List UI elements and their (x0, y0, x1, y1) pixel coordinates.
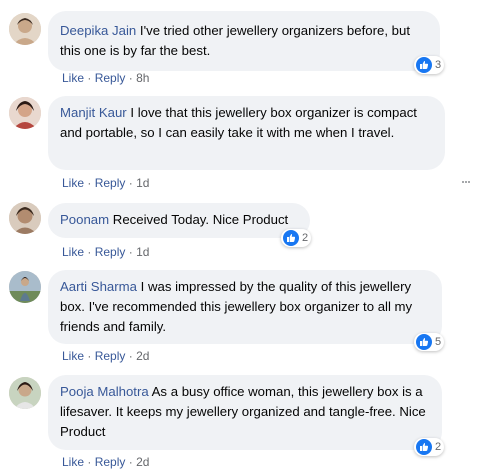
like-link[interactable]: Like (62, 455, 84, 469)
reaction-number: 2 (302, 232, 309, 244)
avatar-image (9, 97, 41, 129)
comment-author[interactable]: Aarti Sharma (60, 279, 137, 294)
comment-bubble: Poonam Received Today. Nice Product (48, 203, 310, 238)
avatar[interactable] (9, 271, 41, 303)
reaction-number: 3 (435, 59, 442, 71)
reaction-count[interactable]: 3 (414, 56, 445, 74)
more-options-icon[interactable] (462, 176, 470, 184)
like-link[interactable]: Like (62, 245, 84, 259)
comment-actions: Like · Reply · 2d (62, 455, 149, 469)
separator: · (87, 176, 92, 190)
thumbs-up-icon (283, 230, 299, 246)
reaction-count[interactable]: 5 (414, 333, 445, 351)
reply-link[interactable]: Reply (95, 245, 126, 259)
separator: · (128, 176, 133, 190)
comment-timestamp[interactable]: 1d (136, 176, 149, 190)
comment-bubble: Deepika Jain I've tried other jewellery … (48, 11, 440, 71)
comment-bubble: Pooja Malhotra As a busy office woman, t… (48, 375, 442, 450)
separator: · (128, 455, 133, 469)
separator: · (128, 245, 133, 259)
avatar[interactable] (9, 13, 41, 45)
reaction-count[interactable]: 2 (281, 229, 312, 247)
avatar[interactable] (9, 97, 41, 129)
reply-link[interactable]: Reply (95, 176, 126, 190)
comment-author[interactable]: Manjit Kaur (60, 105, 127, 120)
like-link[interactable]: Like (62, 349, 84, 363)
thumbs-up-icon (416, 439, 432, 455)
reply-link[interactable]: Reply (95, 349, 126, 363)
comment-actions: Like · Reply · 2d (62, 349, 149, 363)
avatar-image (9, 271, 41, 303)
separator: · (87, 349, 92, 363)
like-link[interactable]: Like (62, 176, 84, 190)
comment-actions: Like · Reply · 1d (62, 245, 149, 259)
reaction-number: 2 (435, 441, 442, 453)
comment-author[interactable]: Poonam (60, 212, 109, 227)
avatar[interactable] (9, 377, 41, 409)
avatar-image (9, 13, 41, 45)
comment-bubble: Manjit Kaur I love that this jewellery b… (48, 96, 445, 170)
comment-author[interactable]: Pooja Malhotra (60, 384, 149, 399)
separator: · (87, 71, 92, 85)
reply-link[interactable]: Reply (95, 455, 126, 469)
comment-actions: Like · Reply · 1d (62, 176, 149, 190)
thumbs-up-icon (416, 334, 432, 350)
thumbs-up-icon (416, 57, 432, 73)
comment-author[interactable]: Deepika Jain (60, 23, 136, 38)
comment-actions: Like · Reply · 8h (62, 71, 149, 85)
comment-text: Received Today. Nice Product (109, 212, 289, 227)
comment-timestamp[interactable]: 2d (136, 455, 149, 469)
comment-timestamp[interactable]: 2d (136, 349, 149, 363)
separator: · (87, 245, 92, 259)
reply-link[interactable]: Reply (95, 71, 126, 85)
avatar-image (9, 202, 41, 234)
separator: · (128, 71, 133, 85)
separator: · (87, 455, 92, 469)
reaction-number: 5 (435, 336, 442, 348)
separator: · (128, 349, 133, 363)
reaction-count[interactable]: 2 (414, 438, 445, 456)
avatar-image (9, 377, 41, 409)
comment-timestamp[interactable]: 1d (136, 245, 149, 259)
like-link[interactable]: Like (62, 71, 84, 85)
avatar[interactable] (9, 202, 41, 234)
comment-timestamp[interactable]: 8h (136, 71, 149, 85)
comment-bubble: Aarti Sharma I was impressed by the qual… (48, 270, 442, 344)
